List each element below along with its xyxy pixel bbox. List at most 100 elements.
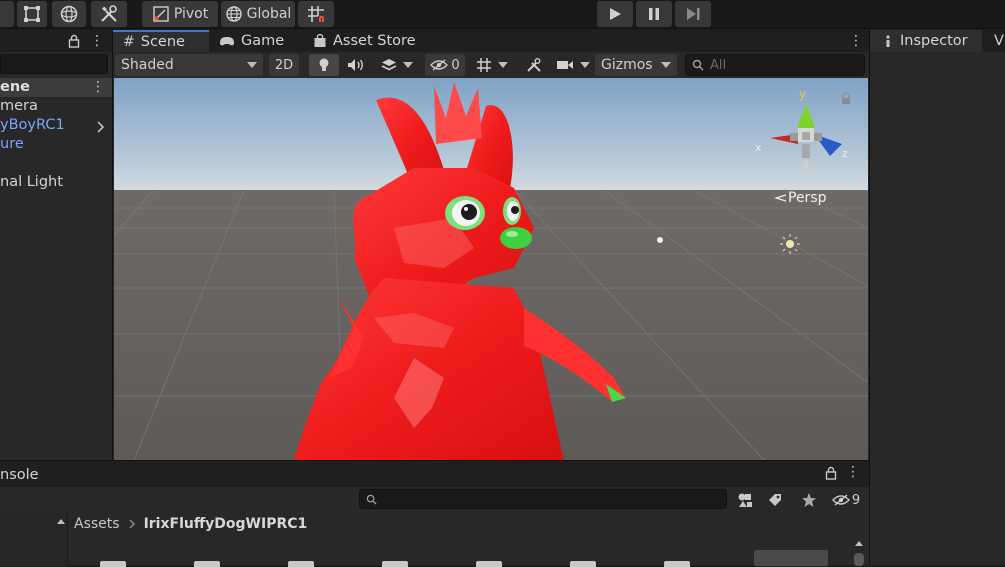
asset-thumbnail-selected[interactable] (754, 550, 828, 566)
lightbulb-icon (319, 58, 329, 71)
hidden-packages-count: 9 (851, 492, 861, 508)
hierarchy-search-input[interactable] (0, 54, 108, 74)
eye-hidden-icon (831, 494, 850, 506)
custom-tools-button[interactable] (91, 1, 127, 27)
info-icon (886, 35, 890, 47)
camera-caret-icon (580, 62, 590, 68)
2d-toggle-button[interactable]: 2D (269, 54, 299, 76)
scene-viewport[interactable]: y x z Persp (114, 78, 868, 460)
search-by-type-button[interactable] (732, 489, 758, 511)
asset-thumbnail[interactable] (382, 561, 408, 567)
bottom-lock-icon[interactable] (825, 466, 837, 480)
asset-thumbnail[interactable] (476, 561, 502, 567)
step-button[interactable] (675, 1, 711, 27)
asset-thumbnail[interactable] (570, 561, 596, 567)
audio-toggle-button[interactable] (341, 54, 371, 76)
scene-kebab-icon[interactable]: ⋮ (91, 79, 105, 95)
scene-row[interactable]: ene ⋮ (0, 78, 112, 97)
play-icon (610, 8, 621, 20)
asset-thumbnail[interactable] (194, 561, 220, 567)
tab-inspector-label: Inspector (900, 33, 968, 49)
tab-game-label: Game (241, 33, 285, 49)
hierarchy-header: ⋮ (0, 30, 112, 52)
pivot-icon (153, 6, 169, 22)
axis-x-label: x (755, 141, 762, 154)
transform-tool-icon (60, 5, 78, 23)
project-search-icon (366, 494, 377, 505)
tab-cut-off[interactable]: V (994, 30, 1004, 52)
tab-asset-store-label: Asset Store (333, 33, 416, 49)
effects-dropdown[interactable] (373, 54, 421, 76)
bottom-tab-strip: nsole ⋮ (0, 461, 869, 487)
asset-thumbnail[interactable] (100, 561, 126, 567)
asset-scrollbar[interactable] (852, 537, 866, 566)
scene-search-input[interactable]: All (685, 54, 865, 76)
breadcrumb: Assets IrixFluffyDogWIPRC1 (74, 514, 307, 534)
hand-tool-button[interactable] (0, 1, 14, 27)
search-icon (692, 59, 704, 71)
grid-icon (477, 58, 491, 72)
tab-inspector[interactable]: Inspector (870, 30, 982, 52)
inspector-tab-strip: Inspector V (870, 30, 1005, 52)
axis-y-label: y (799, 87, 806, 101)
globe-icon (225, 6, 242, 22)
tools-toggle-button[interactable] (519, 54, 549, 76)
asset-thumbnail[interactable] (288, 561, 314, 567)
kebab-menu-icon[interactable]: ⋮ (90, 33, 104, 49)
hierarchy-item-model[interactable]: yBoyRC1 (0, 117, 65, 133)
shapes-icon (738, 493, 752, 507)
scene-visibility-button[interactable]: 0 (425, 54, 465, 76)
asset-thumbnail[interactable] (664, 561, 690, 567)
speaker-icon (348, 59, 363, 71)
chevron-right-icon[interactable] (96, 121, 105, 133)
grid-hash-icon: # (123, 34, 135, 50)
breadcrumb-assets[interactable]: Assets (74, 516, 120, 532)
rect-tool-button[interactable] (17, 1, 47, 27)
2d-label: 2D (274, 57, 294, 73)
shading-mode-dropdown[interactable]: Shaded (115, 54, 263, 76)
tab-game[interactable]: Game (219, 30, 284, 52)
gizmos-label: Gizmos (601, 57, 653, 73)
lighting-toggle-button[interactable] (309, 54, 339, 76)
lock-icon[interactable] (68, 34, 80, 48)
tab-scene[interactable]: # Scene (113, 30, 209, 52)
tab-console[interactable]: nsole (0, 464, 39, 486)
grid-snap-icon (308, 6, 324, 22)
grid-dropdown[interactable] (469, 54, 515, 76)
bottom-kebab-icon[interactable]: ⋮ (846, 464, 860, 480)
asset-grid (70, 537, 850, 567)
global-toggle-button[interactable]: Global (221, 1, 295, 27)
pivot-toggle-button[interactable]: Pivot (142, 1, 218, 27)
play-button[interactable] (597, 1, 633, 27)
scene-render: y x z Persp (114, 78, 868, 460)
grid-snapping-button[interactable] (298, 1, 334, 27)
camera-dropdown[interactable] (553, 54, 593, 76)
layers-icon (381, 59, 397, 71)
asset-scroll-thumb[interactable] (854, 553, 864, 566)
dog-nose (500, 227, 532, 249)
shopping-bag-icon (314, 34, 326, 47)
hidden-packages-button[interactable]: 9 (828, 489, 864, 511)
scroll-up-arrow-icon[interactable] (56, 517, 66, 525)
main-toolbar: Pivot Global (0, 0, 1005, 29)
tools-icon (527, 58, 541, 72)
eye-slash-icon (430, 59, 449, 71)
pivot-label: Pivot (173, 6, 209, 22)
hierarchy-item-structure[interactable]: ure (0, 136, 24, 152)
inspector-panel: Inspector V (869, 30, 1005, 565)
pause-button[interactable] (636, 1, 672, 27)
transform-tool-button[interactable] (52, 1, 86, 27)
asset-scroll-up-icon[interactable] (854, 539, 864, 547)
tab-asset-store[interactable]: Asset Store (313, 30, 416, 52)
project-toolbar: 9 (0, 487, 869, 513)
bottom-panel: nsole ⋮ 9 Assets IrixFluffyDogWIPRC1 (0, 460, 869, 567)
search-by-label-button[interactable] (762, 489, 788, 511)
favorites-button[interactable] (796, 489, 822, 511)
hierarchy-item-directional-light[interactable]: nal Light (0, 174, 63, 190)
gizmos-caret-icon (661, 62, 671, 68)
breadcrumb-current-folder[interactable]: IrixFluffyDogWIPRC1 (144, 516, 308, 532)
scene-kebab-menu-icon[interactable]: ⋮ (849, 33, 863, 49)
gizmos-dropdown[interactable]: Gizmos (595, 54, 677, 76)
hierarchy-item-camera[interactable]: mera (0, 98, 38, 114)
project-search-input[interactable] (359, 489, 727, 509)
